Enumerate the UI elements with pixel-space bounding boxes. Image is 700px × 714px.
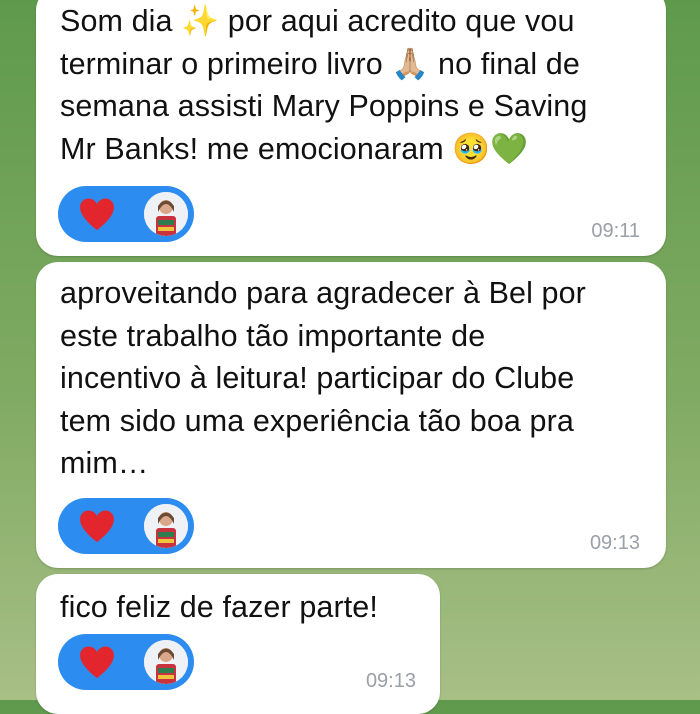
reactor-avatar[interactable] [144, 640, 188, 684]
reaction-pill[interactable] [58, 498, 194, 554]
message-text: fico feliz de fazer parte! [60, 590, 378, 624]
reaction-pill[interactable] [58, 186, 194, 242]
message-timestamp: 09:11 [591, 220, 640, 242]
heart-icon [78, 196, 116, 232]
heart-icon [78, 508, 116, 544]
reactor-avatar[interactable] [144, 504, 188, 548]
reaction-pill[interactable] [58, 634, 194, 690]
message-text: Som dia ✨ por aqui acredito que vou term… [60, 4, 588, 166]
message-timestamp: 09:13 [365, 670, 416, 692]
heart-icon [78, 644, 116, 680]
message-text: aproveitando para agradecer à Bel por es… [60, 276, 586, 480]
message-bubble[interactable]: Som dia ✨ por aqui acredito que vou term… [36, 0, 666, 256]
message-bubble[interactable]: fico feliz de fazer parte! 09:13 [36, 574, 440, 714]
message-bubble[interactable]: aproveitando para agradecer à Bel por es… [36, 262, 666, 568]
message-timestamp: 09:13 [589, 532, 640, 554]
reactor-avatar[interactable] [144, 192, 188, 236]
chat-view: Som dia ✨ por aqui acredito que vou term… [0, 0, 700, 714]
